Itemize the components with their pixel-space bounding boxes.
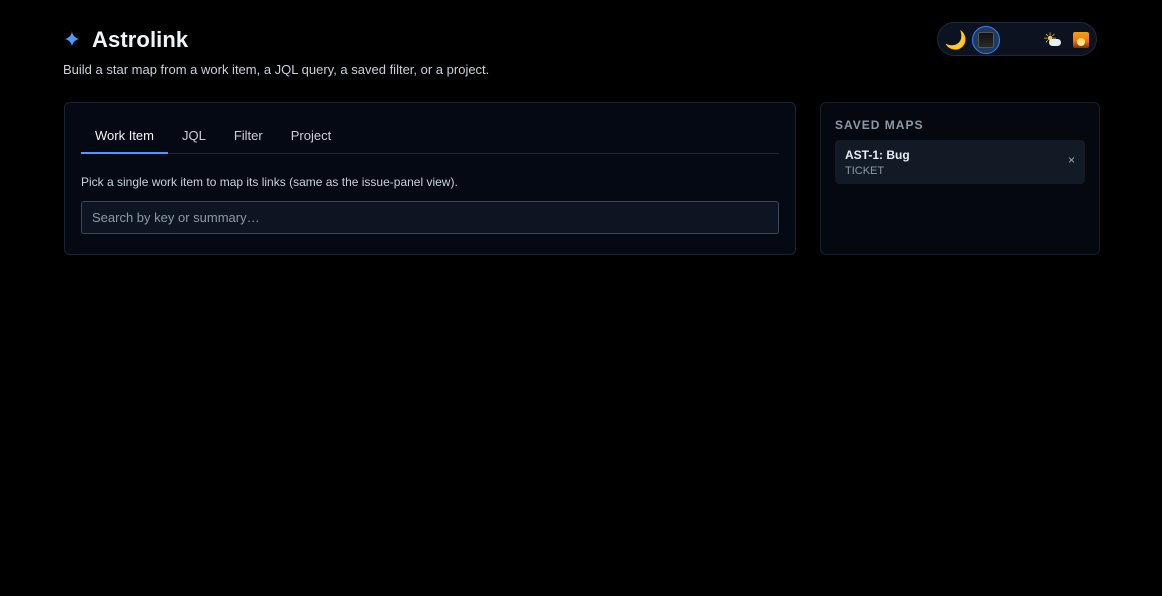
theme-dark-button[interactable] <box>972 26 1000 54</box>
saved-maps-panel: SAVED MAPS AST-1: Bug TICKET × <box>820 102 1100 255</box>
brand: ✦ Astrolink <box>62 27 188 53</box>
map-source-card: Work Item JQL Filter Project Pick a sing… <box>64 102 796 255</box>
theme-sunrise-button[interactable] <box>1067 26 1095 54</box>
crescent-moon-icon: 🌙 <box>944 30 968 50</box>
dark-square-icon <box>978 32 994 48</box>
theme-day-button[interactable]: ☀ <box>1036 26 1064 54</box>
page: ✦ Astrolink Build a star map from a work… <box>0 0 1162 596</box>
page-tagline: Build a star map from a work item, a JQL… <box>63 62 490 77</box>
work-item-search-input[interactable] <box>81 201 779 234</box>
theme-switcher: 🌙 ☀ <box>937 22 1097 56</box>
sun-behind-cloud-icon: ☀ <box>1043 32 1061 48</box>
saved-map-name: AST-1: Bug <box>845 148 910 162</box>
sparkle-icon: ✦ <box>62 27 82 52</box>
source-tabs: Work Item JQL Filter Project <box>81 117 779 154</box>
tab-work-item[interactable]: Work Item <box>81 117 168 154</box>
tab-jql[interactable]: JQL <box>168 117 220 153</box>
tab-project[interactable]: Project <box>277 117 345 153</box>
tab-filter[interactable]: Filter <box>220 117 277 153</box>
tab-hint: Pick a single work item to map its links… <box>81 175 458 189</box>
remove-saved-map-icon[interactable]: × <box>1068 153 1075 167</box>
saved-map-item[interactable]: AST-1: Bug TICKET × <box>835 140 1085 184</box>
saved-maps-heading: SAVED MAPS <box>835 118 924 132</box>
theme-night-button[interactable]: 🌙 <box>942 26 970 54</box>
saved-map-type: TICKET <box>845 165 885 177</box>
sunrise-icon <box>1073 32 1089 48</box>
app-title: Astrolink <box>92 27 189 52</box>
